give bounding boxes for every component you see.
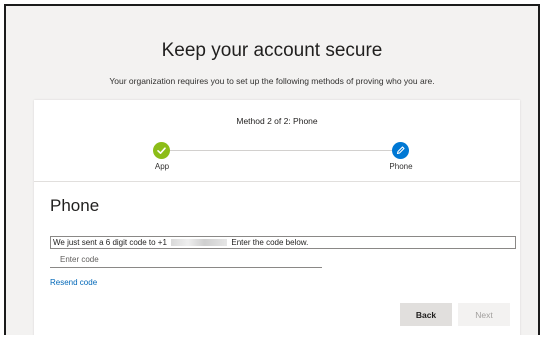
- code-sent-message: We just sent a 6 digit code to +1 Enter …: [50, 236, 516, 249]
- step-app-label: App: [154, 162, 170, 171]
- code-input[interactable]: [50, 252, 322, 268]
- step-phone-label: Phone: [389, 162, 413, 171]
- code-sent-text-start: We just sent a 6 digit code to +1: [53, 238, 167, 247]
- section-title: Phone: [50, 196, 100, 215]
- card-divider: [34, 181, 520, 182]
- resend-code-link[interactable]: Resend code: [50, 278, 97, 287]
- page-subtitle: Your organization requires you to set up…: [109, 76, 435, 86]
- progress-connector-line: [169, 150, 397, 151]
- back-button[interactable]: Back: [400, 303, 452, 326]
- pencil-icon: [396, 146, 405, 155]
- page-title: Keep your account secure: [161, 40, 383, 61]
- setup-card: Method 2 of 2: Phone App Phone Phone We …: [34, 100, 520, 335]
- next-button[interactable]: Next: [458, 303, 510, 326]
- step-app-indicator: [153, 142, 170, 159]
- redacted-phone-number: [171, 239, 228, 247]
- checkmark-icon: [157, 147, 166, 154]
- setup-window: Keep your account secure Your organizati…: [4, 4, 540, 335]
- code-sent-text-end: Enter the code below.: [231, 238, 309, 247]
- step-phone-indicator: [392, 142, 409, 159]
- method-progress-label: Method 2 of 2: Phone: [236, 116, 318, 126]
